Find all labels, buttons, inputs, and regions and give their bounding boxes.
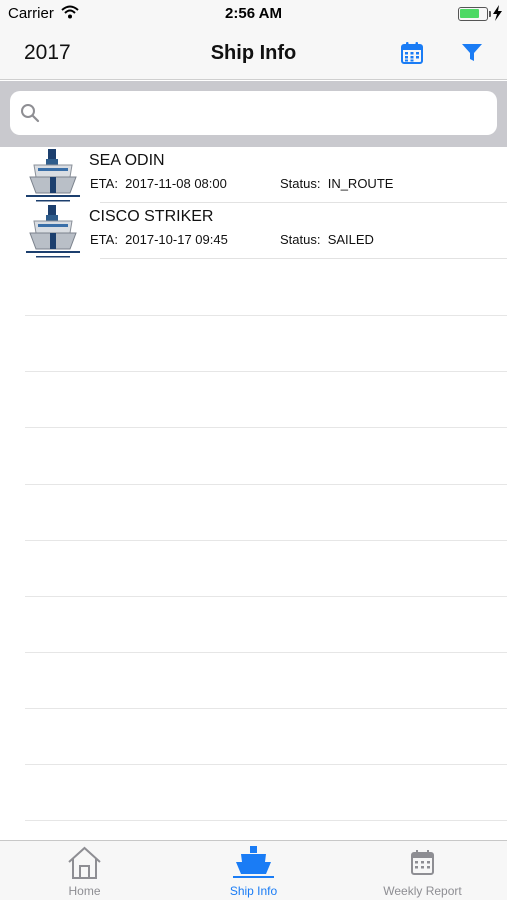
search-bar <box>0 81 507 147</box>
status-bar: Carrier 2:56 AM <box>0 0 507 28</box>
tab-label: Home <box>68 884 101 898</box>
ship-icon <box>233 846 274 878</box>
empty-row-divider <box>25 652 507 653</box>
search-box[interactable] <box>10 91 497 135</box>
calendar-icon[interactable] <box>400 41 424 65</box>
filter-icon[interactable] <box>461 43 483 63</box>
tab-label: Weekly Report <box>383 884 462 898</box>
empty-row-divider <box>25 371 507 372</box>
empty-row-divider <box>25 484 507 485</box>
empty-row-divider <box>25 427 507 428</box>
year-button[interactable]: 2017 <box>24 41 71 65</box>
eta-label: ETA: <box>90 176 118 191</box>
tab-label: Ship Info <box>229 884 278 898</box>
tab-weekly-report[interactable]: Weekly Report <box>338 841 507 900</box>
eta-text: ETA: 2017-10-17 09:45 <box>90 232 228 247</box>
eta-label: ETA: <box>90 232 118 247</box>
battery-icon <box>458 7 488 21</box>
tab-home[interactable]: Home <box>0 841 169 900</box>
battery-cap <box>489 11 491 17</box>
empty-row-divider <box>25 540 507 541</box>
status-label: Status: <box>280 176 321 191</box>
ship-icon <box>26 205 80 258</box>
ship-row[interactable]: CISCO STRIKER ETA: 2017-10-17 09:45 Stat… <box>0 203 507 259</box>
ship-icon <box>26 149 80 202</box>
empty-row-divider <box>25 708 507 709</box>
status-value: IN_ROUTE <box>327 176 394 191</box>
status-label: Status: <box>280 232 321 247</box>
ship-name: SEA ODIN <box>89 152 165 169</box>
empty-row-divider <box>25 764 507 765</box>
battery-level <box>460 9 479 18</box>
row-divider <box>100 258 507 259</box>
search-icon <box>21 104 40 123</box>
eta-value: 2017-10-17 09:45 <box>125 232 228 247</box>
tab-bar: Home Ship Info Weekly Report <box>0 840 507 900</box>
search-input[interactable] <box>50 99 480 127</box>
ship-name: CISCO STRIKER <box>89 208 214 225</box>
eta-value: 2017-11-08 08:00 <box>125 176 227 191</box>
empty-row-divider <box>25 596 507 597</box>
status-text: Status: SAILED <box>280 232 374 247</box>
clock: 2:56 AM <box>225 5 282 22</box>
page-title: Ship Info <box>210 42 297 64</box>
status-value: SAILED <box>327 232 374 247</box>
calendar-icon <box>411 850 434 875</box>
tab-ship-info[interactable]: Ship Info <box>169 841 338 900</box>
empty-row-divider <box>25 820 507 821</box>
empty-row-divider <box>25 315 507 316</box>
ship-list: SEA ODIN ETA: 2017-11-08 08:00 Status: I… <box>0 147 507 259</box>
bolt-icon <box>493 5 502 21</box>
nav-bar: 2017 Ship Info <box>0 28 507 80</box>
eta-text: ETA: 2017-11-08 08:00 <box>90 176 227 191</box>
status-text: Status: IN_ROUTE <box>280 176 393 191</box>
ship-row[interactable]: SEA ODIN ETA: 2017-11-08 08:00 Status: I… <box>0 147 507 203</box>
home-icon <box>68 846 101 879</box>
